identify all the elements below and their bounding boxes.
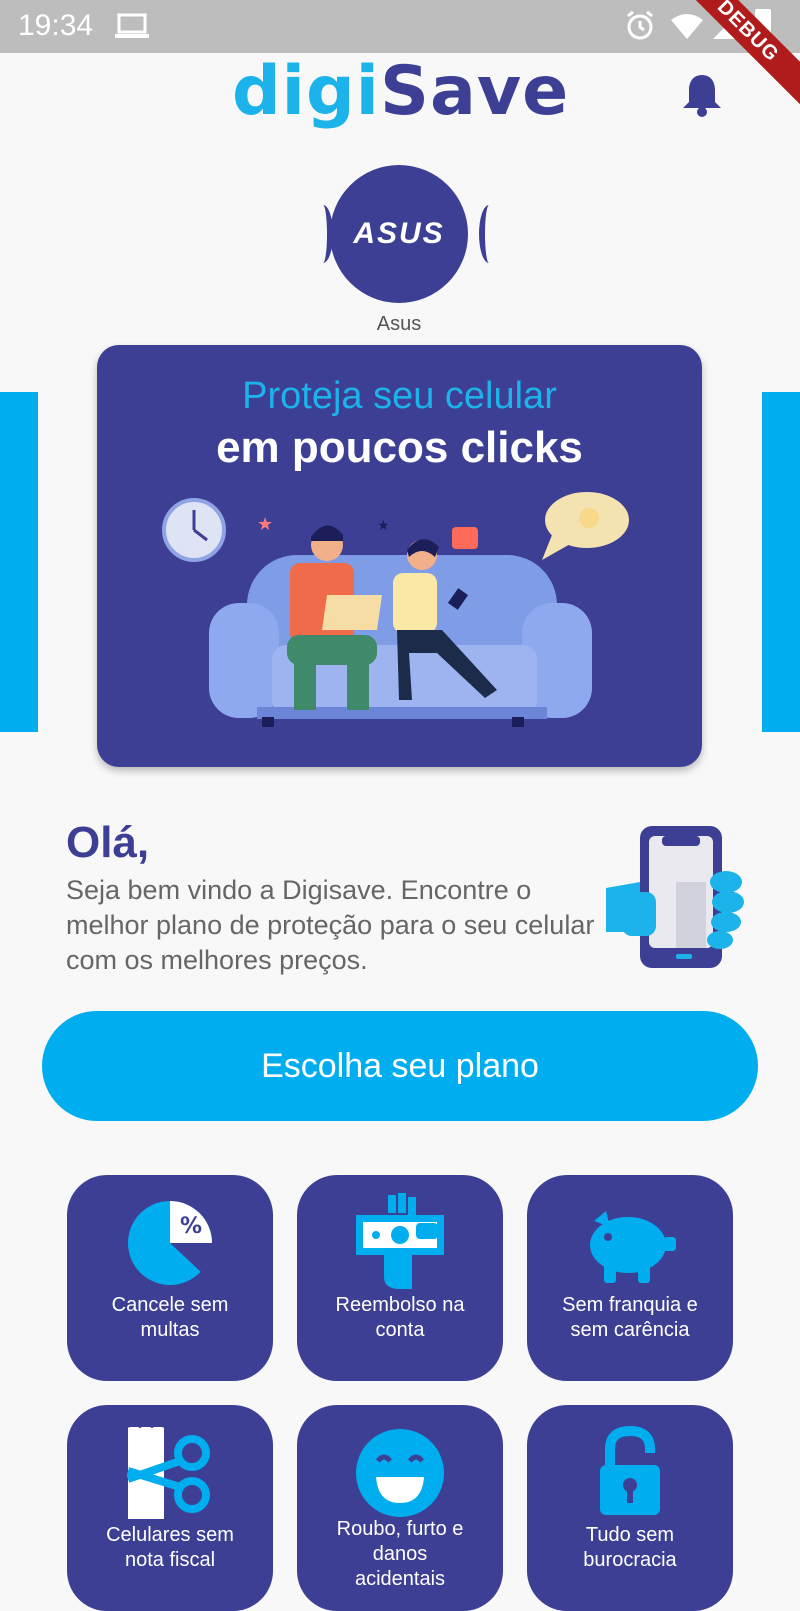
tile-label-line: Sem franquia e: [562, 1294, 698, 1316]
welcome-message: Seja bem vindo a Digisave. Encontre o me…: [66, 875, 595, 975]
carousel-next-slide[interactable]: [762, 392, 800, 732]
piggy-bank-icon: [590, 1211, 676, 1283]
pie-chart-percent-icon: %: [128, 1201, 213, 1285]
carousel-prev-slide[interactable]: [0, 392, 38, 732]
feature-tile-refund[interactable]: Reembolso na conta: [297, 1175, 503, 1381]
bell-icon[interactable]: [680, 72, 724, 118]
svg-text:★: ★: [377, 517, 390, 533]
svg-text:★: ★: [257, 514, 273, 534]
couch-illustration: ★ ★: [162, 492, 629, 727]
unlocked-padlock-icon: [600, 1425, 660, 1515]
clock-icon: [162, 498, 226, 562]
brand-logo-text: ASUS: [353, 217, 445, 250]
tile-label-line: Cancele sem: [111, 1294, 229, 1316]
feature-tile-theft-damage[interactable]: Roubo, furto e danos acidentais: [297, 1405, 503, 1611]
status-bar: 19:34 DEBUG: [0, 0, 800, 113]
choose-plan-button[interactable]: Escolha seu plano: [42, 1011, 758, 1121]
tile-label-line: Roubo, furto e: [336, 1518, 464, 1540]
greeting-title: Olá,: [66, 818, 150, 867]
banner-subheadline: em poucos clicks: [216, 423, 583, 472]
smiley-icon: [356, 1429, 444, 1517]
feature-tile-no-bureaucracy[interactable]: Tudo sem burocracia: [527, 1405, 733, 1611]
tile-label-line: danos: [372, 1543, 428, 1565]
brand-selected-asus[interactable]: ASUS: [330, 165, 468, 303]
tile-label-line: acidentais: [354, 1568, 446, 1590]
feature-tile-no-invoice[interactable]: Celulares sem nota fiscal: [67, 1405, 273, 1611]
tile-label-line: Reembolso na: [335, 1294, 465, 1316]
tile-label-line: Celulares sem: [106, 1524, 234, 1546]
laptop-icon: [115, 13, 149, 38]
wifi-icon: [671, 14, 703, 39]
tile-label-line: nota fiscal: [124, 1549, 216, 1571]
status-time: 19:34: [18, 9, 94, 42]
feature-tile-no-deductible[interactable]: Sem franquia e sem carência: [527, 1175, 733, 1381]
scissors-receipt-icon: [126, 1423, 210, 1519]
tile-label-line: multas: [140, 1319, 200, 1341]
brand-name: Asus: [376, 313, 422, 335]
tile-label-line: sem carência: [570, 1319, 690, 1341]
promo-banner[interactable]: Proteja seu celular em poucos clicks ★ ★: [97, 345, 702, 767]
chat-bubble-icon: [542, 492, 629, 560]
logo-part-save: Save: [379, 52, 570, 131]
phone-hand-icon: [606, 826, 744, 968]
banner-headline: Proteja seu celular: [242, 375, 557, 417]
svg-text:%: %: [180, 1214, 202, 1239]
app-logo: digiSave: [232, 52, 569, 131]
money-hand-icon: [356, 1193, 444, 1289]
tile-label-line: Tudo sem: [585, 1524, 675, 1546]
alarm-icon: [627, 10, 653, 40]
tile-label-line: conta: [375, 1319, 425, 1341]
tile-label-line: burocracia: [583, 1549, 677, 1571]
brand-next-edge[interactable]: [479, 205, 499, 263]
feature-tile-cancel[interactable]: % Cancele sem multas: [67, 1175, 273, 1381]
logo-part-digi: digi: [232, 52, 380, 131]
